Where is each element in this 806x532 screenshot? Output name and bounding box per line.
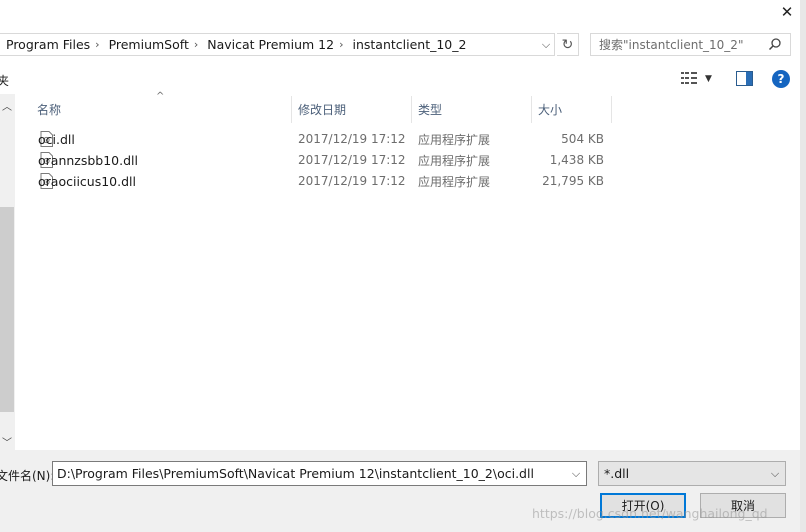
filename-value: D:\Program Files\PremiumSoft\Navicat Pre… bbox=[57, 466, 534, 481]
file-row[interactable]: orannzsbb10.dll 2017/12/19 17:12 应用程序扩展 … bbox=[18, 150, 618, 170]
file-name: orannzsbb10.dll bbox=[38, 152, 138, 168]
caret-down-icon: ▼ bbox=[705, 74, 712, 84]
file-row[interactable]: oraociicus10.dll 2017/12/19 17:12 应用程序扩展… bbox=[18, 171, 618, 191]
file-type: 应用程序扩展 bbox=[418, 153, 491, 168]
column-header-label: 类型 bbox=[418, 103, 443, 117]
file-name: oraociicus10.dll bbox=[38, 173, 136, 189]
filename-field[interactable]: D:\Program Files\PremiumSoft\Navicat Pre… bbox=[52, 461, 587, 486]
file-date: 2017/12/19 17:12 bbox=[298, 153, 406, 167]
file-date: 2017/12/19 17:12 bbox=[298, 132, 406, 146]
breadcrumb-item[interactable]: Program Files › bbox=[0, 37, 102, 52]
breadcrumb-label: PremiumSoft bbox=[108, 37, 189, 52]
address-history-dropdown[interactable]: ⌵ bbox=[537, 34, 555, 55]
file-type: 应用程序扩展 bbox=[418, 174, 491, 189]
file-date: 2017/12/19 17:12 bbox=[298, 174, 406, 188]
column-header-label: 大小 bbox=[538, 103, 563, 117]
scrollbar-thumb[interactable] bbox=[0, 207, 14, 412]
file-type-filter[interactable]: *.dll ⌵ bbox=[598, 461, 786, 486]
breadcrumb-item[interactable]: PremiumSoft › bbox=[102, 37, 201, 52]
view-options-icon bbox=[681, 71, 697, 87]
navigation-pane[interactable]: ︿ ﹀ bbox=[0, 94, 15, 450]
close-button[interactable]: ✕ bbox=[776, 2, 798, 22]
search-input[interactable]: 搜索"instantclient_10_2" bbox=[590, 33, 791, 56]
window-edge bbox=[800, 0, 806, 532]
close-icon: ✕ bbox=[780, 3, 794, 21]
watermark-text: https://blog.csdn.net/wanghailong_qd bbox=[532, 506, 768, 521]
search-placeholder: 搜索"instantclient_10_2" bbox=[599, 38, 744, 52]
breadcrumb-item[interactable]: instantclient_10_2 bbox=[345, 37, 471, 52]
column-header-date[interactable]: 修改日期 bbox=[292, 96, 412, 123]
help-icon: ? bbox=[777, 72, 785, 86]
filter-value: *.dll bbox=[604, 466, 630, 481]
column-header-label: 名称 bbox=[37, 103, 62, 117]
column-header-type[interactable]: 类型 bbox=[412, 96, 532, 123]
preview-pane-button[interactable] bbox=[736, 71, 753, 86]
scroll-down-icon[interactable]: ﹀ bbox=[2, 434, 12, 449]
column-header-size[interactable]: 大小 bbox=[532, 96, 612, 123]
file-size: 1,438 KB bbox=[549, 153, 604, 167]
refresh-icon: ↻ bbox=[561, 36, 574, 53]
column-header-label: 修改日期 bbox=[298, 103, 347, 117]
filename-label: 文件名(N): bbox=[0, 469, 55, 483]
breadcrumb-item[interactable]: Navicat Premium 12 › bbox=[200, 37, 345, 52]
file-size: 21,795 KB bbox=[542, 174, 604, 188]
view-options-button[interactable]: ▼ bbox=[681, 70, 721, 88]
breadcrumb-label: Navicat Premium 12 bbox=[207, 37, 335, 52]
refresh-button[interactable]: ↻ bbox=[557, 33, 579, 56]
file-type: 应用程序扩展 bbox=[418, 132, 491, 147]
chevron-down-icon: ⌵ bbox=[541, 37, 551, 51]
scroll-up-icon[interactable]: ︿ bbox=[2, 98, 12, 113]
chevron-down-icon[interactable]: ⌵ bbox=[566, 462, 586, 485]
file-name: oci.dll bbox=[38, 131, 75, 147]
address-bar[interactable]: Program Files › PremiumSoft › Navicat Pr… bbox=[0, 33, 555, 56]
column-header-name[interactable]: 名称 bbox=[30, 96, 292, 123]
file-size: 504 KB bbox=[561, 132, 604, 146]
breadcrumb-label: instantclient_10_2 bbox=[352, 37, 467, 52]
toolbar-new-folder-fragment[interactable]: 夹 bbox=[0, 72, 9, 89]
file-row[interactable]: oci.dll 2017/12/19 17:12 应用程序扩展 504 KB bbox=[18, 129, 618, 149]
search-icon[interactable] bbox=[768, 37, 782, 54]
chevron-down-icon[interactable]: ⌵ bbox=[765, 462, 785, 485]
breadcrumb-label: Program Files bbox=[6, 37, 91, 52]
help-button[interactable]: ? bbox=[772, 70, 790, 88]
